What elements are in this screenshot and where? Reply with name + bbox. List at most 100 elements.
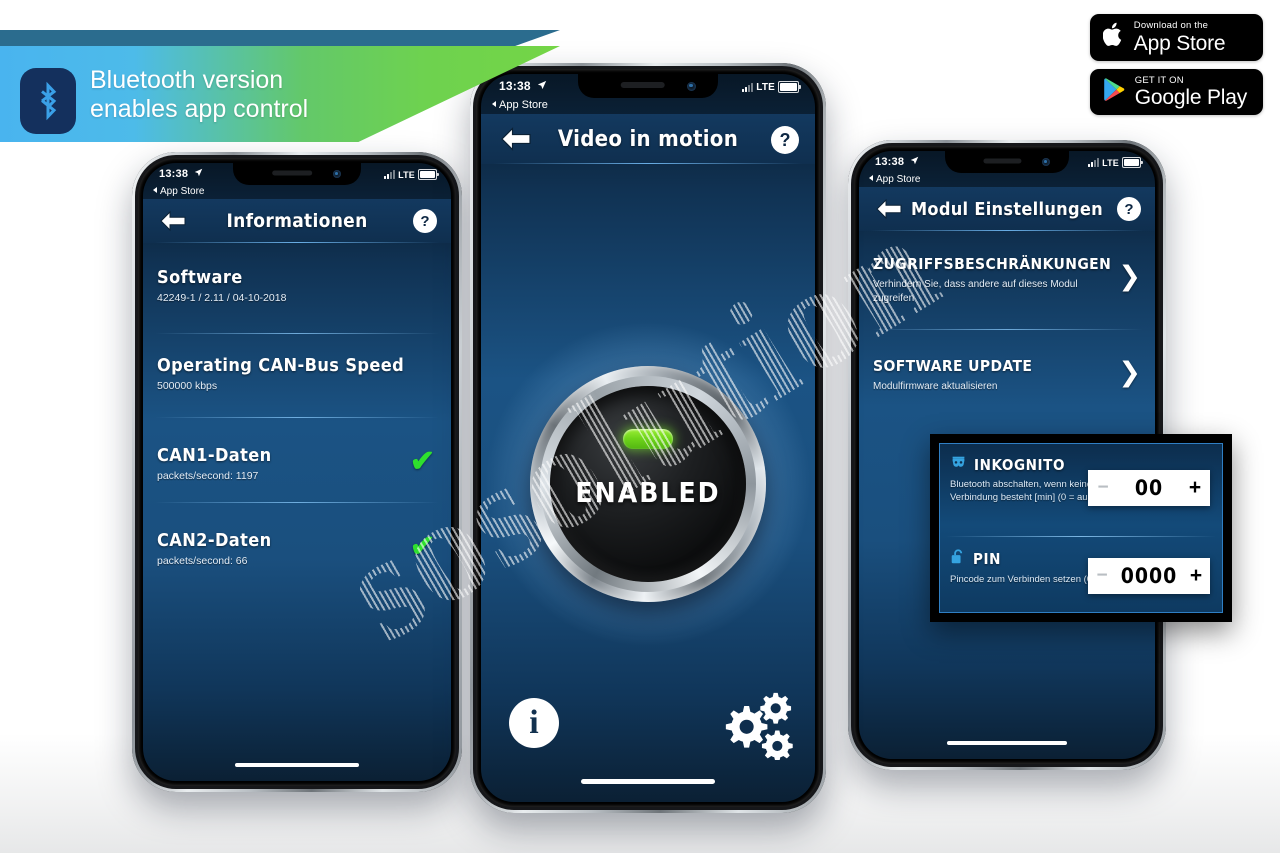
phone-right-navbar: Modul Einstellungen ?	[859, 187, 1155, 231]
phone-left: 13:38 LTE App Store Informationen ? Soft…	[132, 152, 462, 792]
stepper-plus-button[interactable]: +	[1182, 558, 1210, 594]
list-item[interactable]: ZUGRIFFSBESCHRÄNKUNGEN Verhindern Sie, d…	[859, 233, 1155, 329]
earpiece-speaker-icon	[983, 158, 1022, 164]
pin-stepper[interactable]: − 0000 +	[1088, 558, 1210, 594]
store-badges: Download on the App Store GET IT ON Goog…	[1089, 14, 1263, 115]
status-indicators: LTE	[742, 81, 801, 93]
home-indicator[interactable]	[581, 779, 715, 784]
status-check-icon: ✔	[409, 530, 435, 563]
disclosure-chevron-icon: ❯	[1118, 261, 1141, 291]
nav-title: Informationen	[226, 210, 368, 232]
phone-center-screen: 13:38 LTE App Store Video in motion ? EN…	[481, 74, 815, 802]
badge-small-text: Download on the	[1133, 20, 1209, 31]
signal-bars-icon	[1088, 158, 1100, 167]
status-time-text: 13:38	[159, 168, 189, 180]
front-camera-icon	[1042, 158, 1050, 166]
badge-large-text: Google Play	[1134, 86, 1247, 109]
status-indicators: LTE	[384, 169, 439, 180]
phone-right-notch	[945, 151, 1069, 173]
row-title: SOFTWARE UPDATE	[873, 357, 1033, 375]
phone-left-notch	[233, 163, 361, 185]
nav-back-button[interactable]	[157, 207, 189, 235]
inkognito-stepper[interactable]: − 00 +	[1088, 470, 1210, 506]
battery-icon	[778, 81, 801, 93]
arrow-left-icon	[876, 198, 902, 220]
toggle-led-indicator	[623, 429, 673, 449]
app-store-badge[interactable]: Download on the App Store	[1089, 14, 1263, 61]
list-item[interactable]: Software 42249-1 / 2.11 / 04-10-2018	[143, 245, 451, 333]
nav-back-button[interactable]	[873, 195, 905, 223]
battery-icon	[1122, 157, 1143, 168]
row-title: CAN2-Daten	[157, 530, 272, 551]
triangle-left-icon	[153, 187, 157, 193]
carrier-label: LTE	[756, 81, 775, 93]
apple-logo-icon	[1102, 22, 1125, 53]
google-play-badge-text: GET IT ON Google Play	[1134, 74, 1247, 109]
list-item[interactable]: CAN1-Daten packets/second: 1197 ✔	[143, 417, 451, 502]
unlocked-padlock-icon	[950, 548, 966, 570]
google-play-badge[interactable]: GET IT ON Google Play	[1089, 68, 1263, 115]
toggle-state-label: ENABLED	[575, 476, 721, 509]
stepper-plus-button[interactable]: +	[1180, 470, 1210, 506]
home-indicator[interactable]	[947, 741, 1067, 745]
row-subtitle: 500000 kbps	[157, 380, 218, 392]
banner-top-strip	[0, 30, 560, 46]
status-time: 13:38	[875, 156, 919, 168]
location-arrow-icon	[910, 156, 919, 168]
google-play-triangle-icon	[1103, 77, 1126, 107]
row-subtitle: Verhindern Sie, dass andere auf dieses M…	[873, 279, 1078, 304]
back-to-app-link[interactable]: App Store	[153, 186, 204, 197]
row-subtitle: packets/second: 66	[157, 555, 248, 567]
module-settings-overlay: INKOGNITO Bluetooth abschalten, wenn kei…	[930, 434, 1232, 622]
badge-large-text: App Store	[1133, 31, 1226, 55]
phone-center: 13:38 LTE App Store Video in motion ? EN…	[470, 63, 826, 813]
signal-bars-icon	[742, 82, 754, 92]
nav-help-button[interactable]: ?	[1117, 197, 1141, 221]
nav-title: Video in motion	[557, 126, 739, 152]
row-title: Software	[157, 267, 243, 288]
row-title: Operating CAN-Bus Speed	[157, 355, 405, 376]
stepper-value: 00	[1134, 476, 1164, 500]
stepper-minus-button[interactable]: −	[1088, 558, 1116, 594]
stepper-minus-button[interactable]: −	[1088, 470, 1118, 506]
row-title: CAN1-Daten	[157, 445, 272, 466]
overlay-row-pin[interactable]: PIN Pincode zum Verbinden setzen (0 = au…	[940, 536, 1222, 612]
signal-bars-icon	[384, 170, 396, 179]
arrow-left-icon	[160, 210, 186, 232]
stepper-value: 0000	[1120, 564, 1178, 588]
carrier-label: LTE	[398, 169, 415, 180]
nav-title: Modul Einstellungen	[910, 198, 1104, 220]
list-item[interactable]: CAN2-Daten packets/second: 66 ✔	[143, 502, 451, 587]
list-item[interactable]: SOFTWARE UPDATE Modulfirmware aktualisie…	[859, 329, 1155, 421]
row-subtitle: Modulfirmware aktualisieren	[873, 381, 998, 392]
status-indicators: LTE	[1088, 157, 1143, 168]
back-app-label: App Store	[160, 186, 205, 197]
video-in-motion-toggle[interactable]: ENABLED	[484, 320, 812, 648]
status-time-text: 13:38	[875, 156, 905, 168]
banner-text: Bluetooth version enables app control	[90, 66, 308, 124]
back-to-app-link[interactable]: App Store	[869, 174, 920, 185]
overlay-row-inkognito[interactable]: INKOGNITO Bluetooth abschalten, wenn kei…	[940, 444, 1222, 536]
badge-small-text: GET IT ON	[1134, 74, 1184, 86]
overlay-row-title: PIN	[973, 550, 1001, 568]
back-app-label: App Store	[876, 174, 921, 185]
bluetooth-icon	[20, 68, 76, 134]
row-subtitle: packets/second: 1197	[157, 470, 259, 482]
home-indicator[interactable]	[235, 763, 359, 767]
front-camera-icon	[687, 82, 696, 91]
promo-banner: Bluetooth version enables app control	[0, 30, 560, 160]
battery-icon	[418, 169, 439, 180]
info-button[interactable]: i	[509, 698, 559, 748]
list-item[interactable]: Operating CAN-Bus Speed 500000 kbps	[143, 333, 451, 417]
phone-left-screen: 13:38 LTE App Store Informationen ? Soft…	[143, 163, 451, 781]
carrier-label: LTE	[1102, 157, 1119, 168]
settings-button[interactable]	[713, 688, 795, 762]
overlay-inner: INKOGNITO Bluetooth abschalten, wenn kei…	[939, 443, 1223, 613]
nav-help-button[interactable]: ?	[771, 126, 799, 154]
screenshot-stage: 13:38 LTE App Store Informationen ? Soft…	[0, 0, 1280, 853]
earpiece-speaker-icon	[620, 82, 665, 89]
overlay-row-title: INKOGNITO	[974, 455, 1066, 474]
disclosure-chevron-icon: ❯	[1118, 357, 1141, 387]
info-icon: i	[529, 704, 539, 741]
nav-help-button[interactable]: ?	[413, 209, 437, 233]
